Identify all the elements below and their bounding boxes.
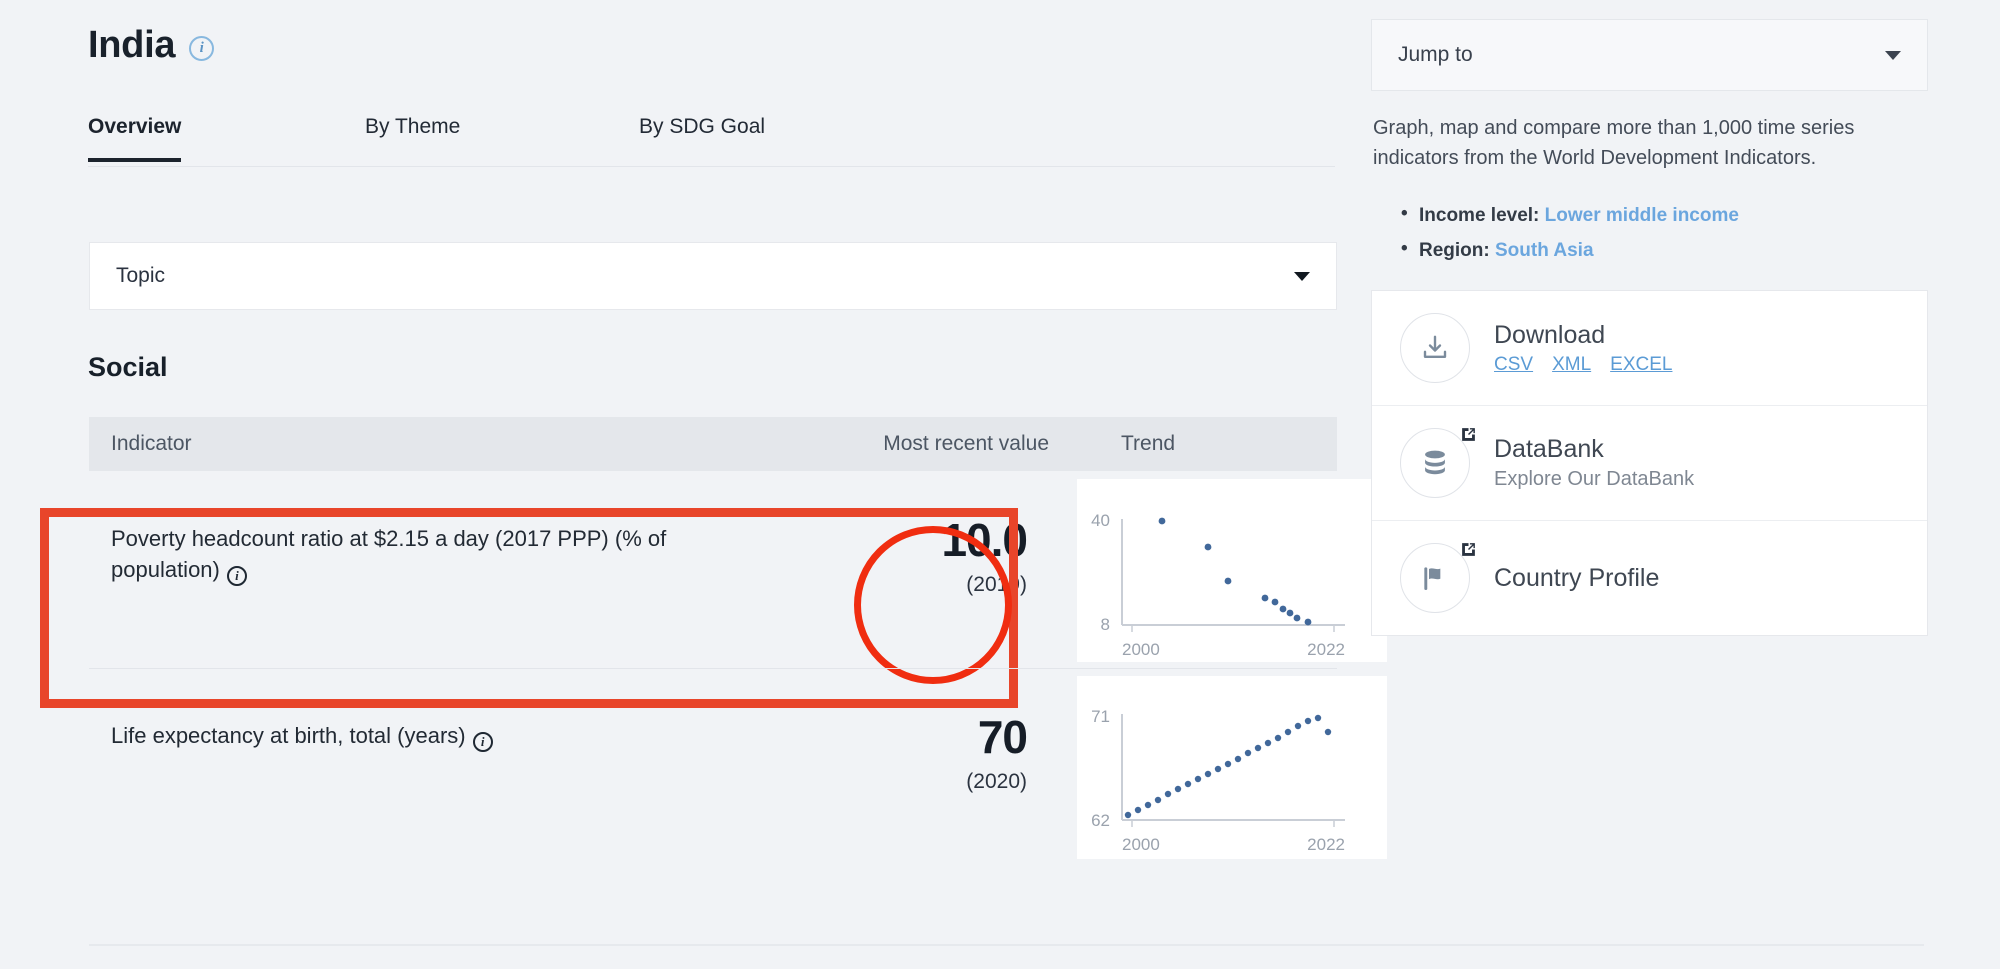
sparkline-chart-poverty[interactable]: 40 8 2000 2022 [1077,479,1387,662]
tab-by-theme[interactable]: By Theme [365,115,460,158]
indicator-label: Poverty headcount ratio at $2.15 a day (… [111,526,667,583]
svg-text:62: 62 [1091,811,1110,830]
card-download-title: Download [1494,320,1606,349]
indicator-info-icon[interactable]: i [472,732,493,753]
svg-text:2022: 2022 [1307,640,1345,659]
chevron-down-icon [1885,50,1901,60]
indicators-table: Indicator Most recent value Trend Povert… [89,417,1387,865]
table-header-row: Indicator Most recent value Trend [89,417,1337,471]
indicator-label: Life expectancy at birth, total (years) [111,723,466,748]
tab-by-sdg-goal[interactable]: By SDG Goal [639,115,765,158]
indicator-info-icon[interactable]: i [226,566,247,587]
column-header-most-recent-value: Most recent value [883,432,1049,455]
main-content: India i Overview By Theme By SDG Goal To… [0,0,1924,969]
section-title-social: Social [88,352,168,382]
meta-income-level-link[interactable]: Lower middle income [1545,205,1739,226]
flag-icon [1400,543,1475,613]
meta-region-link[interactable]: South Asia [1495,240,1594,261]
page-title: India i [88,24,215,67]
tab-overview[interactable]: Overview [88,115,182,162]
trend-cell: 71 62 2000 2022 [1049,668,1387,859]
sidebar-blurb: Graph, map and compare more than 1,000 t… [1373,117,1855,170]
svg-text:2022: 2022 [1307,835,1345,854]
card-country-profile[interactable]: Country Profile [1372,521,1927,635]
external-link-icon [1460,541,1477,563]
column-header-trend: Trend [1121,432,1176,455]
value-cell: 70 (2020) [729,668,1049,794]
card-databank-body: DataBank Explore Our DataBank [1494,435,1694,491]
card-databank-subtitle: Explore Our DataBank [1494,468,1695,490]
tab-bar: Overview By Theme By SDG Goal [88,105,1335,167]
jump-to-dropdown[interactable]: Jump to [1371,19,1928,91]
sidebar: Jump to Graph, map and compare more than… [1371,0,2000,969]
country-overview-page: India i Overview By Theme By SDG Goal To… [0,0,2000,969]
indicator-year: (2019) [966,573,1027,596]
topic-dropdown[interactable]: Topic [89,242,1337,310]
indicator-value: 70 [977,711,1028,763]
svg-text:71: 71 [1091,707,1110,726]
indicator-value: 10.0 [941,514,1028,566]
card-databank-title: DataBank [1494,435,1604,463]
svg-text:2000: 2000 [1122,640,1160,659]
row-divider [89,668,1337,669]
topic-dropdown-label: Topic [116,264,166,287]
download-csv-link[interactable]: CSV [1494,354,1533,376]
indicator-name-cell: Life expectancy at birth, total (years) i [89,668,729,753]
download-excel-link[interactable]: EXCEL [1610,354,1672,376]
sparkline-svg: 40 8 2000 2022 [1091,511,1345,659]
country-name: India [88,24,176,66]
column-header-indicator: Indicator [111,432,192,455]
country-info-icon[interactable]: i [189,36,215,61]
card-databank[interactable]: DataBank Explore Our DataBank [1372,406,1927,521]
card-download[interactable]: Download CSV XML EXCEL [1372,291,1927,406]
svg-text:8: 8 [1101,615,1110,634]
jump-to-label: Jump to [1398,43,1473,66]
table-row[interactable]: Life expectancy at birth, total (years) i… [89,668,1387,865]
card-download-body: Download CSV XML EXCEL [1494,321,1672,376]
download-icon [1400,313,1470,383]
database-icon [1400,428,1475,498]
indicator-year: (2020) [966,770,1027,793]
trend-cell: 40 8 2000 2022 [1049,471,1387,662]
card-country-profile-body: Country Profile [1494,564,1659,593]
sparkline-svg: 71 62 2000 2022 [1091,707,1345,854]
svg-text:2000: 2000 [1122,835,1160,854]
svg-text:40: 40 [1091,511,1110,530]
download-links: CSV XML EXCEL [1494,354,1672,376]
card-country-profile-title: Country Profile [1494,563,1660,592]
table-row[interactable]: Poverty headcount ratio at $2.15 a day (… [89,471,1387,668]
country-meta-list: Income level: Lower middle income Region… [1401,203,1941,275]
indicator-name-cell: Poverty headcount ratio at $2.15 a day (… [89,471,729,587]
meta-region-label: Region: [1419,240,1490,261]
meta-income-level-label: Income level: [1419,205,1540,226]
download-xml-link[interactable]: XML [1552,354,1591,376]
sidebar-cards: Download CSV XML EXCEL DataBank Explore … [1371,290,1928,636]
external-link-icon [1460,426,1477,448]
sparkline-chart-life-expectancy[interactable]: 71 62 2000 2022 [1077,676,1387,859]
value-cell: 10.0 (2019) [729,471,1049,597]
meta-income-level: Income level: Lower middle income [1401,203,1941,227]
chevron-down-icon [1294,271,1310,281]
meta-region: Region: South Asia [1401,238,1941,262]
